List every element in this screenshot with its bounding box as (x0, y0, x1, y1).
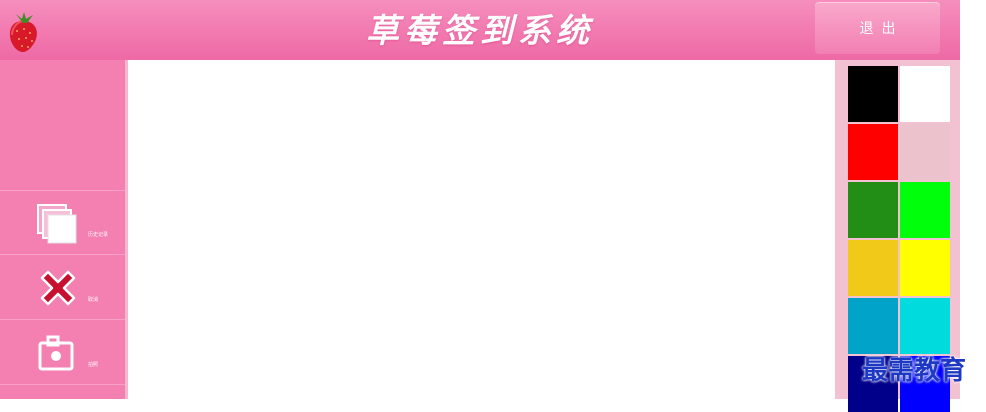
cancel-x-icon (40, 270, 76, 306)
cancel-button[interactable]: 取消 (0, 256, 125, 320)
color-swatch-cyan[interactable] (900, 298, 950, 354)
color-swatch-dark-green[interactable] (848, 182, 898, 238)
watermark-text: 最需教育 (862, 356, 967, 386)
sidebar: 历史记录 取消 拍照 (0, 60, 125, 399)
drawing-canvas[interactable] (125, 60, 835, 399)
color-swatch-teal-blue[interactable] (848, 298, 898, 354)
color-swatch-white[interactable] (900, 66, 950, 122)
history-icon (37, 204, 77, 244)
header-bar: 草莓签到系统 退出 (0, 0, 960, 60)
color-swatch-red[interactable] (848, 124, 898, 180)
history-label: 历史记录 (88, 232, 109, 238)
history-button[interactable]: 历史记录 (0, 191, 125, 255)
sidebar-top-panel (0, 60, 125, 191)
color-palette (835, 60, 960, 412)
camera-icon (38, 335, 74, 371)
color-swatch-green[interactable] (900, 182, 950, 238)
cancel-label: 取消 (88, 297, 99, 303)
color-swatch-yellow[interactable] (900, 240, 950, 296)
color-swatch-gold[interactable] (848, 240, 898, 296)
photo-label: 拍照 (88, 362, 99, 368)
app-window: 草莓签到系统 退出 历史记录 取消 拍照 (0, 0, 960, 412)
logout-button[interactable]: 退出 (815, 2, 940, 54)
color-swatch-light-pink[interactable] (900, 124, 950, 180)
color-swatch-black[interactable] (848, 66, 898, 122)
photo-button[interactable]: 拍照 (0, 321, 125, 385)
